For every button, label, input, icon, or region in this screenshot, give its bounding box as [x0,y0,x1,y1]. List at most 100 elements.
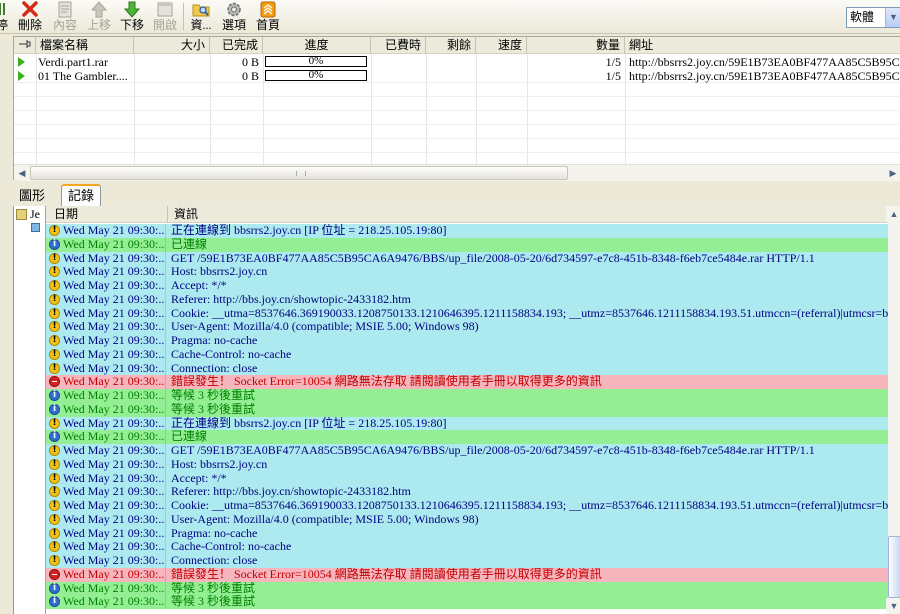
log-row[interactable]: ! Wed May 21 09:30:... User-Agent: Mozilla… [46,320,888,334]
log-row[interactable]: ! Wed May 21 09:30:... 正在連線到 bbsrrs2.joy.c… [46,224,888,238]
info-icon: i [49,390,60,401]
task-count: 1/5 [605,69,621,83]
log-date: Wed May 21 09:30:... [63,389,166,403]
column-header-progress[interactable]: 進度 [263,37,371,54]
move-up-button[interactable]: 上移 [84,0,114,34]
warning-icon: ! [49,362,60,374]
column-header-url[interactable]: 網址 [625,37,900,54]
log-message: Accept: */* [171,279,227,292]
scroll-up-icon[interactable]: ▲ [886,206,900,222]
scrollbar-thumb[interactable] [888,536,900,598]
log-row[interactable]: ! Wed May 21 09:30:... Referer: http://bbs… [46,485,888,499]
log-date: Wed May 21 09:30:... [63,485,166,499]
log-row[interactable]: Wed May 21 09:30:... 錯誤發生！ Socket Error=1… [46,567,888,582]
log-row[interactable]: ! Wed May 21 09:30:... Referer: http://bbs… [46,292,888,307]
tab-graph[interactable]: 圖形 [13,187,51,206]
pause-button[interactable]: 停 [0,0,10,34]
log-date: Wed May 21 09:30:... [63,471,166,486]
log-message: GET /59E1B73EA0BF477AA85C5B95CA6A9476/BB… [171,251,815,265]
log-date: Wed May 21 09:30:... [63,402,166,417]
log-date: Wed May 21 09:30:... [63,554,166,568]
log-row[interactable]: ! Wed May 21 09:30:... Host: bbsrrs2.joy.c… [46,457,888,472]
arrow-down-icon [123,1,141,18]
gear-icon [225,1,243,18]
log-row[interactable]: i Wed May 21 09:30:... 等候 3 秒後重試 [46,595,888,609]
open-button[interactable]: 開啟 [150,0,180,34]
log-row[interactable]: ! Wed May 21 09:30:... GET /59E1B73EA0BF47… [46,251,888,266]
warning-icon: ! [49,348,60,360]
log-message: GET /59E1B73EA0BF477AA85C5B95CA6A9476/BB… [171,444,815,457]
task-name: 01 The Gambler.... [38,69,128,83]
log-date: Wed May 21 09:30:... [63,416,166,431]
log-message: Pragma: no-cache [171,334,258,347]
log-row[interactable]: ! Wed May 21 09:30:... Accept: */* [46,471,888,486]
play-icon [18,57,25,67]
log-row[interactable]: ! Wed May 21 09:30:... Cache-Control: no-c… [46,540,888,554]
log-row[interactable]: i Wed May 21 09:30:... 已連線 [46,237,888,252]
scroll-down-icon[interactable]: ▼ [886,598,900,614]
delete-button[interactable]: 刪除 [15,0,45,34]
language-select[interactable]: 軟體 ▼ [846,7,900,28]
log-date: Wed May 21 09:30:... [63,320,166,334]
column-header-size[interactable]: 大小 [134,37,210,54]
log-row[interactable]: ! Wed May 21 09:30:... Host: bbsrrs2.joy.c… [46,265,888,279]
log-row[interactable]: ! Wed May 21 09:30:... 正在連線到 bbsrrs2.joy.c… [46,416,888,431]
log-row[interactable]: ! Wed May 21 09:30:... Cookie: __utma=8537… [46,306,888,321]
tree-item[interactable]: Je [30,207,40,222]
log-row[interactable]: ! Wed May 21 09:30:... Connection: close [46,361,888,376]
log-row[interactable]: ! Wed May 21 09:30:... Accept: */* [46,279,888,293]
log-row[interactable]: ! Wed May 21 09:30:... Cookie: __utma=8537… [46,499,888,513]
log-row[interactable]: i Wed May 21 09:30:... 等候 3 秒後重試 [46,581,888,596]
log-message: Referer: http://bbs.joy.cn/showtopic-243… [171,292,411,306]
log-row[interactable]: i Wed May 21 09:30:... 等候 3 秒後重試 [46,389,888,403]
table-row[interactable]: 01 The Gambler.... 0 B 0% 1/5 http://bbs… [14,69,900,83]
column-header-info[interactable]: 資訊 [168,206,888,223]
column-header-date[interactable]: 日期 [46,206,168,223]
log-row[interactable]: ! Wed May 21 09:30:... User-Agent: Mozilla… [46,512,888,527]
delete-x-icon [21,1,39,18]
checkbox-icon[interactable] [31,223,40,232]
info-icon: i [49,582,60,594]
resource-button[interactable]: 資... [186,0,216,34]
log-row[interactable]: i Wed May 21 09:30:... 等候 3 秒後重試 [46,402,888,417]
task-progress: 0% [263,69,371,83]
log-message: 已連線 [171,430,208,444]
log-row[interactable]: ! Wed May 21 09:30:... Pragma: no-cache [46,526,888,541]
log-row[interactable]: ! Wed May 21 09:30:... Cache-Control: no-c… [46,347,888,362]
log-row[interactable]: ! Wed May 21 09:30:... GET /59E1B73EA0BF47… [46,444,888,458]
column-header-elapsed[interactable]: 已費時 [371,37,426,54]
column-header-done[interactable]: 已完成 [210,37,263,54]
properties-button[interactable]: 內容 [50,0,80,34]
log-date: Wed May 21 09:30:... [63,224,166,238]
folder-search-icon [192,1,210,18]
options-button[interactable]: 選項 [219,0,249,34]
task-name: Verdi.part1.rar [38,55,108,69]
scroll-left-icon[interactable]: ◀ [14,165,30,181]
log-date: Wed May 21 09:30:... [63,444,166,458]
pin-column-header[interactable] [14,37,36,54]
task-list: 檔案名稱 大小 已完成 進度 已費時 剩餘 速度 數量 網址 Verdi.par… [13,36,900,181]
progress-bar: 0% [265,56,367,67]
scroll-right-icon[interactable]: ▶ [885,165,900,181]
vertical-scrollbar[interactable]: ▲ ▼ [886,206,900,614]
tab-log[interactable]: 記錄 [61,184,102,206]
column-header-name[interactable]: 檔案名稱 [36,37,134,54]
task-progress: 0% [263,55,371,69]
log-row[interactable]: Wed May 21 09:30:... 錯誤發生！ Socket Error=1… [46,375,888,389]
log-row[interactable]: ! Wed May 21 09:30:... Pragma: no-cache [46,334,888,348]
home-button[interactable]: 首頁 [253,0,283,34]
table-row[interactable]: Verdi.part1.rar 0 B 0% 1/5 http://bbsrrs… [14,55,900,69]
log-row[interactable]: i Wed May 21 09:30:... 已連線 [46,430,888,444]
log-date: Wed May 21 09:30:... [63,457,166,472]
log-message: 正在連線到 bbsrrs2.joy.cn [IP 位址 = 218.25.105… [171,416,447,430]
horizontal-scrollbar[interactable]: ◀ ▶ [14,164,900,181]
log-row[interactable]: ! Wed May 21 09:30:... Connection: close [46,554,888,568]
column-header-speed[interactable]: 速度 [476,37,527,54]
chevron-down-icon[interactable]: ▼ [885,8,900,27]
column-header-remaining[interactable]: 剩餘 [426,37,476,54]
log-message: 錯誤發生！ Socket Error=10054 網路無法存取 請閱讀使用者手冊… [171,375,602,389]
column-header-count[interactable]: 數量 [527,37,625,54]
scrollbar-thumb[interactable] [30,166,568,180]
log-message: Connection: close [171,361,258,375]
move-down-button[interactable]: 下移 [117,0,147,34]
